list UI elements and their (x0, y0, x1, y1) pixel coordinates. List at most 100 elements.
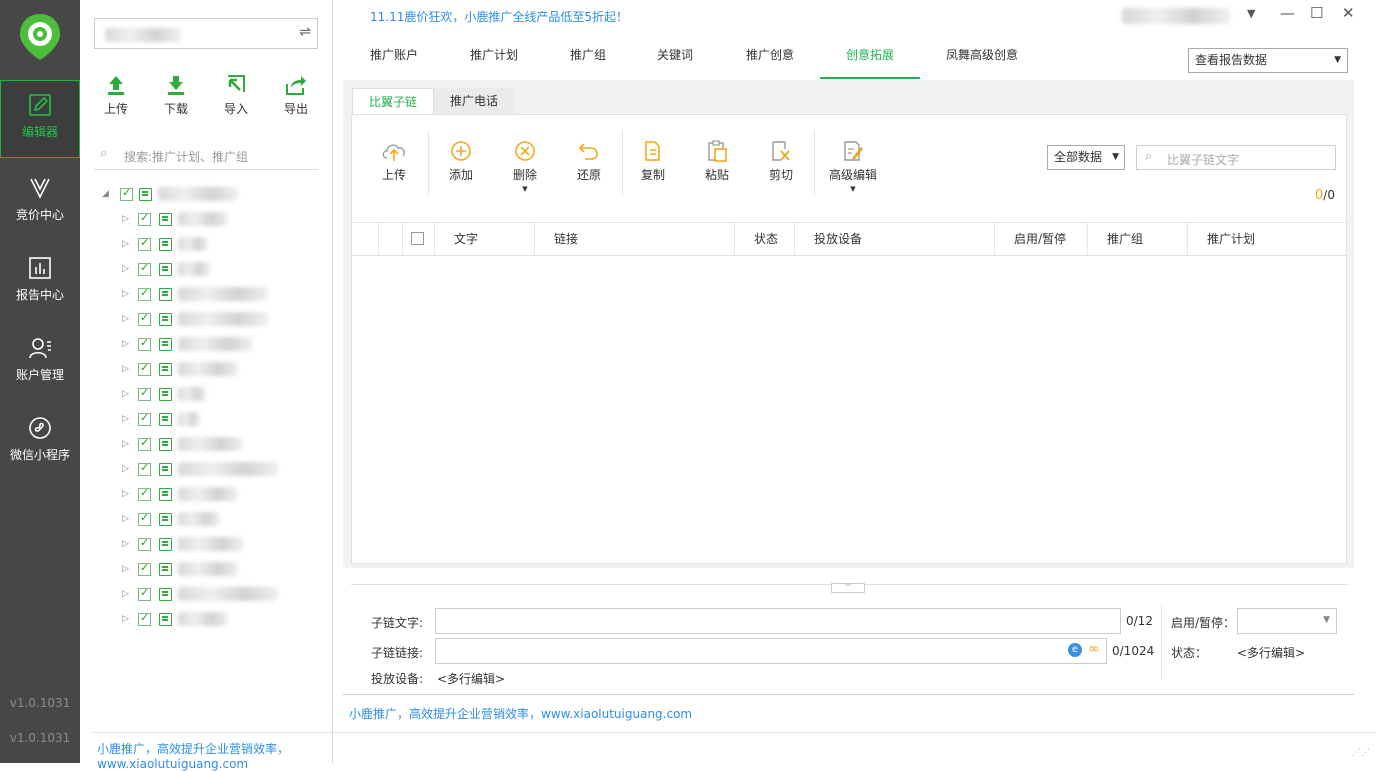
link-icon[interactable]: ∞ (1088, 641, 1100, 657)
checkbox[interactable] (138, 386, 151, 401)
close-icon[interactable]: ✕ (1342, 4, 1355, 22)
header-group[interactable]: 推广组 (1088, 223, 1188, 255)
browser-icon[interactable]: e (1068, 643, 1082, 657)
checkbox[interactable] (138, 436, 151, 451)
minimize-icon[interactable]: — (1280, 4, 1295, 22)
expand-icon[interactable]: ▷ (122, 314, 132, 324)
restore-button[interactable]: 还原 (564, 140, 614, 183)
export-tool-button[interactable]: 导出 (276, 74, 316, 117)
resize-grip-icon[interactable]: ⋰⋰ (1352, 748, 1372, 760)
tab-advanced-creative[interactable]: 凤舞高级创意 (946, 46, 1018, 63)
expand-icon[interactable]: ▷ (122, 439, 132, 449)
checkbox[interactable] (138, 561, 151, 576)
nav-item-bidding[interactable]: 竞价中心 (0, 158, 80, 236)
advanced-edit-button[interactable]: 高级编辑 ▼ (822, 140, 884, 193)
tab-creative[interactable]: 推广创意 (746, 46, 794, 63)
tab-keyword[interactable]: 关键词 (657, 46, 693, 63)
copy-button[interactable]: 复制 (628, 140, 678, 183)
expand-icon[interactable]: ▷ (122, 539, 132, 549)
delete-button[interactable]: 删除 ▼ (500, 140, 550, 193)
checkbox[interactable] (138, 461, 151, 476)
expand-icon[interactable]: ▷ (122, 589, 132, 599)
tab-plan[interactable]: 推广计划 (470, 46, 518, 63)
enable-select[interactable]: ▼ (1237, 608, 1337, 634)
tree-item-plan[interactable]: ▷ (122, 309, 268, 329)
checkbox[interactable] (138, 311, 151, 326)
tree-item-plan[interactable]: ▷ (122, 434, 243, 454)
checkbox[interactable] (120, 186, 133, 201)
header-plan[interactable]: 推广计划 (1188, 223, 1346, 255)
checkbox[interactable] (138, 411, 151, 426)
tree-root-account[interactable]: ◢ (102, 184, 238, 204)
nav-item-account[interactable]: 账户管理 (0, 318, 80, 396)
header-status[interactable]: 状态 (735, 223, 795, 255)
sitelink-text-input[interactable] (435, 608, 1121, 634)
upload-tool-button[interactable]: 上传 (96, 74, 136, 117)
tree-item-plan[interactable]: ▷ (122, 484, 238, 504)
checkbox[interactable] (138, 511, 151, 526)
device-value[interactable]: <多行编辑> (437, 670, 505, 687)
filter-select[interactable]: 全部数据 ▼ (1047, 145, 1125, 170)
tree-item-plan[interactable]: ▷ (122, 384, 206, 404)
checkbox[interactable] (138, 211, 151, 226)
dropdown-caret-icon[interactable]: ▼ (500, 185, 550, 193)
tree-item-plan[interactable]: ▷ (122, 509, 220, 529)
tree-footer-link[interactable]: 小鹿推广，高效提升企业营销效率，www.xiaolutuiguang.com (97, 740, 332, 771)
header-link[interactable]: 链接 (535, 223, 735, 255)
download-tool-button[interactable]: 下载 (156, 74, 196, 117)
checkbox[interactable] (138, 611, 151, 626)
nav-item-report[interactable]: 报告中心 (0, 238, 80, 316)
tree-item-plan[interactable]: ▷ (122, 234, 208, 254)
import-tool-button[interactable]: 导入 (216, 74, 256, 117)
expand-icon[interactable]: ▷ (122, 214, 132, 224)
sitelink-url-input[interactable]: e ∞ (435, 638, 1107, 664)
upload-button[interactable]: 上传 (369, 140, 419, 183)
expand-icon[interactable]: ▷ (122, 389, 132, 399)
expand-icon[interactable]: ▷ (122, 514, 132, 524)
tree-item-plan[interactable]: ▷ (122, 284, 268, 304)
promo-banner[interactable]: 11.11鹿价狂欢，小鹿推广全线产品低至5折起！ (370, 8, 628, 25)
checkbox[interactable] (138, 361, 151, 376)
nav-item-miniprogram[interactable]: 微信小程序 (0, 398, 80, 476)
select-all-checkbox[interactable] (411, 232, 424, 245)
tree-item-plan[interactable]: ▷ (122, 584, 278, 604)
expand-icon[interactable]: ▷ (122, 464, 132, 474)
tree-item-plan[interactable]: ▷ (122, 334, 253, 354)
expand-icon[interactable]: ▷ (122, 414, 132, 424)
expand-icon[interactable]: ▷ (122, 364, 132, 374)
collapse-panel-button[interactable]: ﹀ (831, 583, 865, 593)
checkbox[interactable] (138, 286, 151, 301)
dropdown-caret-icon[interactable]: ▼ (822, 185, 884, 193)
expand-icon[interactable]: ▷ (122, 239, 132, 249)
checkbox[interactable] (138, 486, 151, 501)
add-button[interactable]: 添加 (436, 140, 486, 183)
main-footer-link[interactable]: 小鹿推广，高效提升企业营销效率，www.xiaolutuiguang.com (349, 705, 692, 722)
window-dropdown-icon[interactable]: ▼ (1247, 7, 1255, 20)
tab-creative-extension[interactable]: 创意拓展 (846, 46, 894, 63)
header-device[interactable]: 投放设备 (795, 223, 995, 255)
tab-account[interactable]: 推广账户 (370, 46, 418, 63)
collapse-icon[interactable]: ◢ (102, 189, 112, 199)
sitelink-search-input[interactable]: ⌕ 比翼子链文字 (1136, 145, 1336, 170)
tree-item-plan[interactable]: ▷ (122, 359, 238, 379)
tree-item-plan[interactable]: ▷ (122, 459, 278, 479)
checkbox[interactable] (138, 336, 151, 351)
tree-item-plan[interactable]: ▷ (122, 409, 200, 429)
tree-item-plan[interactable]: ▷ (122, 559, 238, 579)
tree-item-plan[interactable]: ▷ (122, 209, 228, 229)
switch-account-icon[interactable]: ⇌ (299, 24, 311, 40)
expand-icon[interactable]: ▷ (122, 289, 132, 299)
checkbox[interactable] (138, 261, 151, 276)
nav-item-editor[interactable]: 编辑器 (0, 80, 80, 158)
checkbox[interactable] (138, 586, 151, 601)
header-enable[interactable]: 启用/暂停 (995, 223, 1088, 255)
account-selector[interactable]: ⇌ (94, 18, 318, 49)
tree-item-plan[interactable]: ▷ (122, 609, 228, 629)
expand-icon[interactable]: ▷ (122, 614, 132, 624)
subtab-phone[interactable]: 推广电话 (434, 88, 515, 114)
tree-search-box[interactable]: ⌕ 搜索:推广计划、推广组 (94, 140, 318, 170)
tree-item-plan[interactable]: ▷ (122, 534, 243, 554)
maximize-icon[interactable]: ☐ (1310, 4, 1323, 22)
expand-icon[interactable]: ▷ (122, 564, 132, 574)
cut-button[interactable]: 剪切 (756, 140, 806, 183)
